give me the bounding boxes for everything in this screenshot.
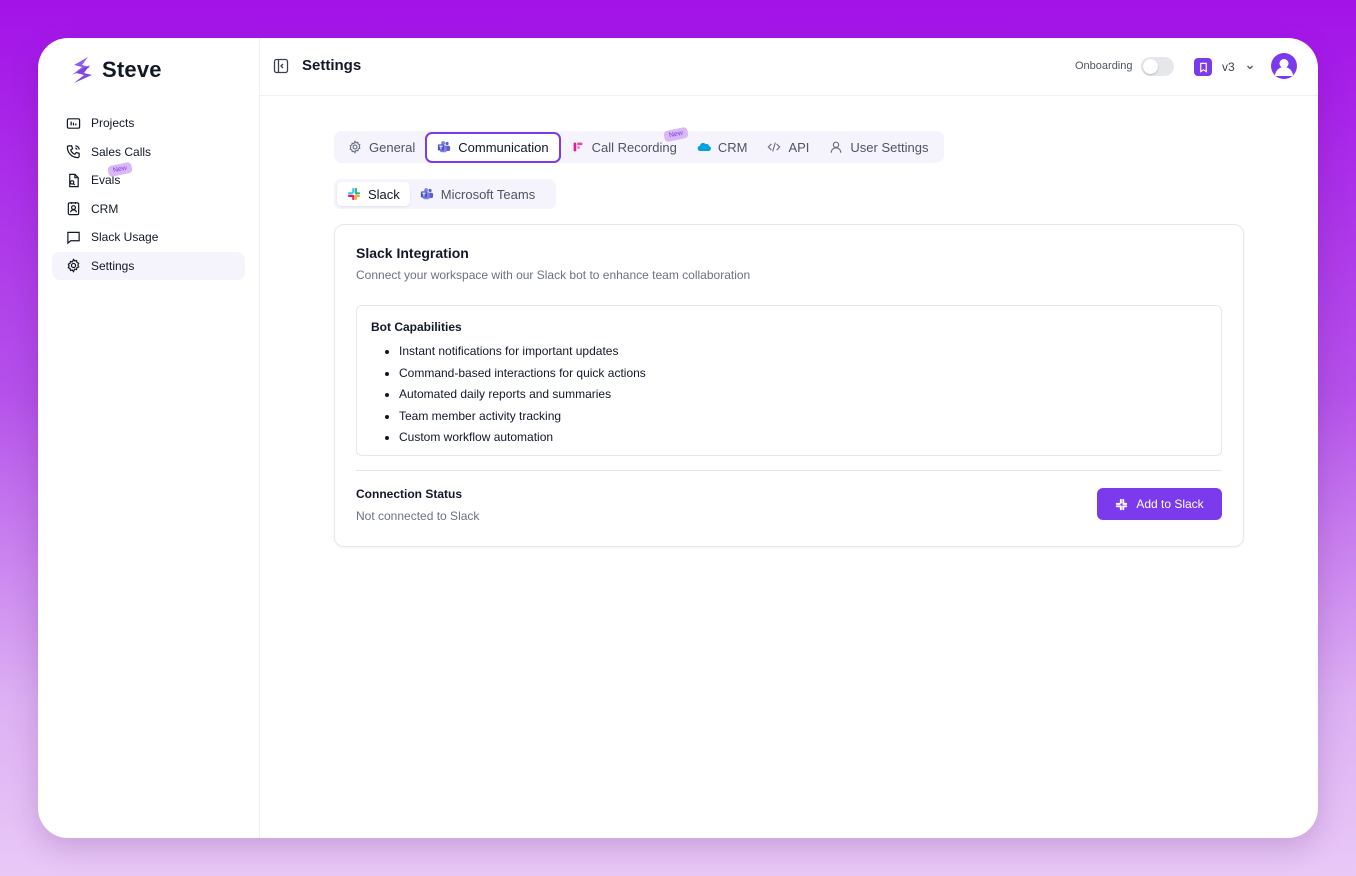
- chevron-down-icon[interactable]: [1245, 62, 1255, 72]
- user-avatar-icon: [1275, 59, 1293, 76]
- phone-icon: [66, 144, 81, 159]
- add-to-slack-button[interactable]: Add to Slack: [1097, 488, 1222, 520]
- tab-user-settings[interactable]: User Settings: [819, 133, 938, 161]
- workspace-logo-icon[interactable]: [1194, 58, 1212, 76]
- avatar[interactable]: [1271, 53, 1297, 79]
- list-item: Team member activity tracking: [399, 408, 646, 430]
- new-badge: New: [662, 126, 689, 143]
- communication-subtabs: Slack Microsoft Teams: [334, 179, 556, 209]
- steve-logo-icon: [72, 57, 92, 83]
- app-window: Steve Projects Sales Calls Evals New CRM…: [38, 38, 1318, 838]
- sidebar-item-settings[interactable]: Settings: [52, 251, 245, 280]
- list-item: Custom workflow automation: [399, 429, 646, 451]
- sidebar-item-evals[interactable]: Evals New: [52, 161, 245, 195]
- slack-icon: [347, 187, 361, 201]
- sidebar-toggle-icon[interactable]: [273, 58, 289, 74]
- sidebar-item-label: Slack Usage: [91, 230, 159, 245]
- list-item: Automated daily reports and summaries: [399, 386, 646, 408]
- capabilities-list: Instant notifications for important upda…: [385, 343, 646, 451]
- contact-icon: [66, 201, 81, 216]
- user-icon: [829, 140, 843, 154]
- salesforce-cloud-icon: [697, 140, 711, 154]
- subtab-label: Slack: [368, 186, 400, 202]
- folder-icon: [66, 116, 81, 131]
- brand-name: Steve: [102, 57, 162, 82]
- sidebar-item-label: Projects: [91, 116, 135, 131]
- tab-label: Communication: [458, 139, 549, 155]
- divider: [356, 470, 1222, 471]
- bot-capabilities-box: Bot Capabilities Instant notifications f…: [356, 305, 1222, 456]
- tab-general[interactable]: General: [338, 133, 425, 161]
- teams-icon: [420, 187, 434, 201]
- onboarding-toggle[interactable]: [1141, 57, 1174, 76]
- connection-status-value: Not connected to Slack: [356, 509, 480, 523]
- tab-call-recording[interactable]: Call Recording New: [561, 126, 689, 161]
- gear-icon: [348, 140, 362, 154]
- list-item: Command-based interactions for quick act…: [399, 365, 646, 387]
- sidebar-item-projects[interactable]: Projects: [52, 109, 245, 138]
- subtab-slack[interactable]: Slack: [337, 182, 410, 206]
- onboarding-label: Onboarding: [1075, 60, 1133, 72]
- version-label[interactable]: v3: [1222, 60, 1235, 74]
- gear-icon: [66, 258, 81, 274]
- recording-icon: [571, 140, 585, 154]
- tab-crm[interactable]: CRM: [687, 133, 758, 161]
- tab-communication[interactable]: Communication: [425, 131, 561, 163]
- add-to-slack-label: Add to Slack: [1136, 497, 1204, 511]
- settings-tabs: General Communication Call Recording New…: [334, 126, 944, 163]
- sidebar-item-crm[interactable]: CRM: [52, 195, 245, 224]
- page-title: Settings: [302, 57, 362, 74]
- subtab-microsoft-teams[interactable]: Microsoft Teams: [410, 182, 545, 206]
- card-subtitle: Connect your workspace with our Slack bo…: [356, 268, 751, 282]
- file-search-icon: [66, 173, 81, 188]
- tab-api[interactable]: API: [757, 133, 819, 161]
- list-item: Instant notifications for important upda…: [399, 343, 646, 365]
- tab-label: API: [788, 139, 810, 155]
- sidebar: Steve Projects Sales Calls Evals New CRM…: [38, 38, 260, 838]
- tab-label: General: [369, 139, 416, 155]
- slack-integration-card: Slack Integration Connect your workspace…: [334, 224, 1244, 547]
- sidebar-item-sales-calls[interactable]: Sales Calls: [52, 138, 245, 167]
- tab-label: User Settings: [850, 139, 929, 155]
- sidebar-item-label: CRM: [91, 201, 119, 216]
- capabilities-title: Bot Capabilities: [371, 320, 462, 334]
- connection-status-label: Connection Status: [356, 487, 463, 501]
- subtab-label: Microsoft Teams: [440, 186, 536, 202]
- tab-label: CRM: [717, 139, 748, 155]
- slack-icon: [1115, 498, 1128, 511]
- sidebar-item-label: Settings: [91, 258, 135, 273]
- code-icon: [767, 140, 781, 154]
- top-header: Settings Onboarding v3: [260, 38, 1318, 96]
- sidebar-nav: Projects Sales Calls Evals New CRM Slack…: [52, 109, 245, 280]
- card-title: Slack Integration: [356, 245, 469, 261]
- tab-label: Call Recording: [591, 139, 677, 155]
- brand[interactable]: Steve: [68, 54, 162, 86]
- message-icon: [66, 230, 81, 245]
- sidebar-item-label: Sales Calls: [91, 144, 152, 159]
- sidebar-item-slack-usage[interactable]: Slack Usage: [52, 223, 245, 252]
- teams-icon: [437, 140, 451, 154]
